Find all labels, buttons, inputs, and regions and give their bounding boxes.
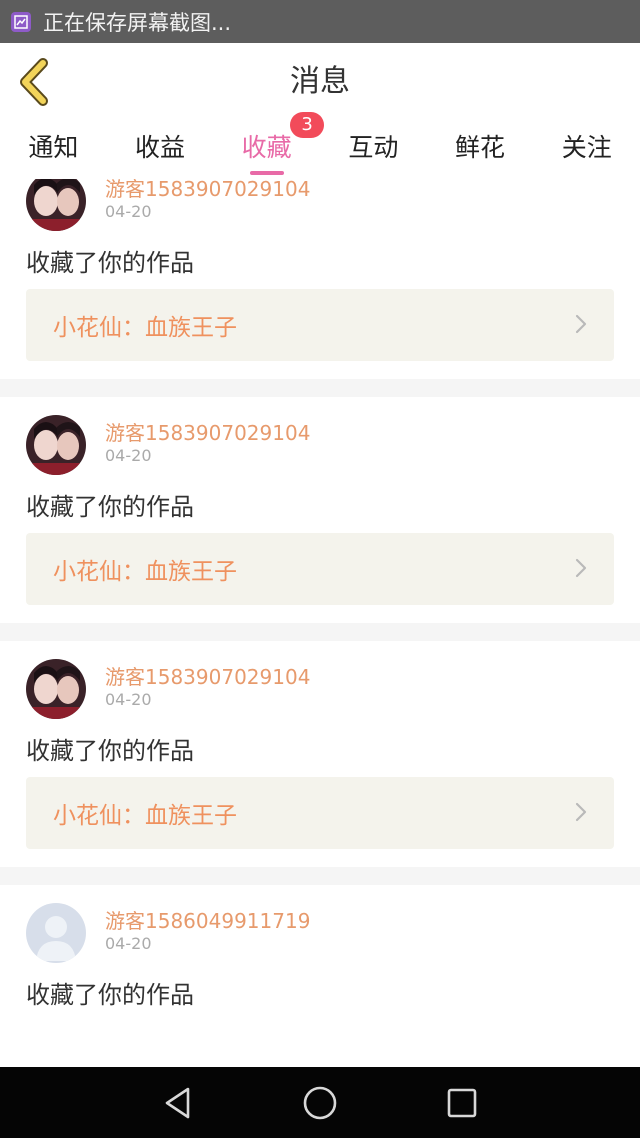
avatar[interactable]: [26, 179, 86, 231]
avatar[interactable]: [26, 415, 86, 475]
nav-back-button[interactable]: [107, 1067, 249, 1138]
chevron-right-icon: [575, 802, 587, 822]
page-title: 消息: [290, 64, 350, 99]
recents-square-icon: [447, 1088, 477, 1117]
message-list[interactable]: 游客1583907029104 04-20 收藏了你的作品 小花仙：血族王子 游…: [0, 179, 640, 1067]
tab-notice[interactable]: 通知: [0, 121, 107, 179]
active-tab-indicator: [249, 171, 284, 175]
message-text: 收藏了你的作品: [26, 493, 194, 521]
avatar[interactable]: [26, 659, 86, 719]
tab-bar: 通知 收益 收藏 3 互动 鲜花 关注: [0, 112, 640, 179]
message-text: 收藏了你的作品: [26, 249, 194, 277]
message-text: 收藏了你的作品: [26, 981, 194, 1009]
tab-interaction[interactable]: 互动: [320, 121, 427, 179]
username[interactable]: 游客1586049911719: [105, 905, 310, 934]
message-date: 04-20: [105, 446, 152, 465]
default-avatar-icon[interactable]: [26, 903, 86, 963]
message-card: 游客1583907029104 04-20 收藏了你的作品 小花仙：血族王子: [0, 641, 640, 867]
username[interactable]: 游客1583907029104: [105, 179, 310, 202]
message-card: 游客1583907029104 04-20 收藏了你的作品 小花仙：血族王子: [0, 179, 640, 379]
work-title: 小花仙：血族王子: [53, 315, 237, 341]
work-link[interactable]: 小花仙：血族王子: [26, 289, 614, 361]
username[interactable]: 游客1583907029104: [105, 661, 310, 690]
nav-recents-button[interactable]: [391, 1067, 533, 1138]
header: 消息: [0, 43, 640, 122]
message-card: 游客1586049911719 04-20 收藏了你的作品: [0, 885, 640, 1067]
screenshot-icon: [11, 11, 31, 32]
back-triangle-icon: [165, 1087, 190, 1118]
work-title: 小花仙：血族王子: [53, 803, 237, 829]
tab-flowers[interactable]: 鲜花: [427, 121, 534, 179]
work-link[interactable]: 小花仙：血族王子: [26, 533, 614, 605]
tab-favorites[interactable]: 收藏 3: [213, 112, 325, 179]
home-circle-icon: [303, 1086, 337, 1119]
message-date: 04-20: [105, 202, 152, 221]
chevron-right-icon: [575, 314, 587, 334]
message-date: 04-20: [105, 690, 152, 709]
chevron-right-icon: [575, 558, 587, 578]
work-link[interactable]: 小花仙：血族王子: [26, 777, 614, 849]
work-title: 小花仙：血族王子: [53, 559, 237, 585]
system-nav-bar: [0, 1067, 640, 1138]
tab-follow[interactable]: 关注: [533, 121, 640, 179]
chevron-left-icon: [20, 58, 48, 106]
tab-earnings[interactable]: 收益: [107, 121, 214, 179]
back-button[interactable]: [14, 57, 54, 107]
message-date: 04-20: [105, 934, 152, 953]
message-card: 游客1583907029104 04-20 收藏了你的作品 小花仙：血族王子: [0, 397, 640, 623]
status-bar: 正在保存屏幕截图...: [0, 0, 640, 43]
status-text: 正在保存屏幕截图...: [43, 10, 232, 35]
username[interactable]: 游客1583907029104: [105, 417, 310, 446]
message-text: 收藏了你的作品: [26, 737, 194, 765]
nav-home-button[interactable]: [249, 1067, 391, 1138]
